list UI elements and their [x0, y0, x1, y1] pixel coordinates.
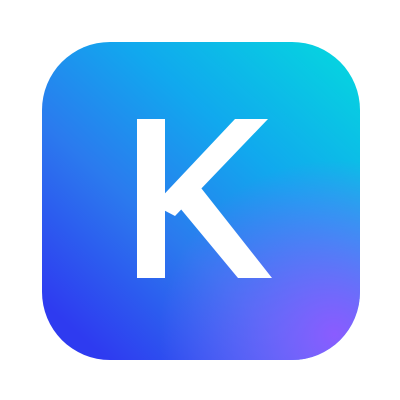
app-icon-canvas [0, 0, 400, 400]
app-icon-logo [42, 42, 360, 360]
